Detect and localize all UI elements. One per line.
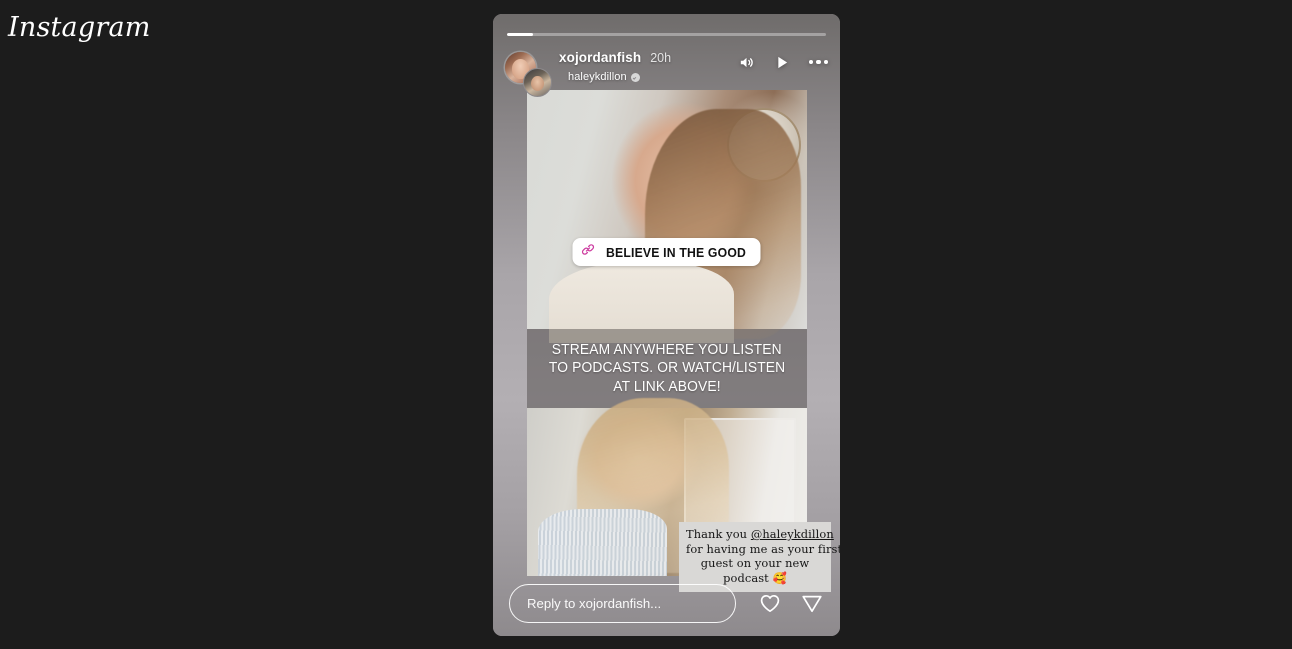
caption-line-1: STREAM ANYWHERE YOU LISTEN <box>552 341 782 358</box>
thanks-prefix: Thank you <box>686 527 751 541</box>
avatar-group[interactable] <box>505 52 553 97</box>
username-label[interactable]: xojordanfish <box>559 50 641 65</box>
heart-icon[interactable] <box>758 591 782 615</box>
haleykdillon-avatar[interactable] <box>523 68 552 97</box>
progress-track <box>507 33 826 36</box>
story-author-block: xojordanfish 20h haleykdillon <box>559 50 671 83</box>
story-caption: STREAM ANYWHERE YOU LISTEN TO PODCASTS. … <box>527 329 807 408</box>
story-media[interactable]: STREAM ANYWHERE YOU LISTEN TO PODCASTS. … <box>527 90 807 576</box>
link-sticker-label: BELIEVE IN THE GOOD <box>605 244 746 260</box>
story-header-controls <box>738 50 828 74</box>
reply-input[interactable] <box>509 583 736 623</box>
story-card: STREAM ANYWHERE YOU LISTEN TO PODCASTS. … <box>493 14 840 636</box>
share-icon[interactable] <box>800 591 824 615</box>
story-header: xojordanfish 20h haleykdillon <box>505 50 828 97</box>
story-reply-bar <box>493 570 840 636</box>
link-sticker[interactable]: BELIEVE IN THE GOOD <box>572 238 761 266</box>
reply-actions <box>758 591 824 615</box>
story-progress-bar <box>507 33 826 36</box>
thanks-line-3: guest on your new <box>700 556 810 571</box>
thanks-line-2: for having me as your first <box>686 541 840 556</box>
play-icon[interactable] <box>774 54 790 71</box>
more-options-icon[interactable] <box>809 59 828 65</box>
thanks-line-1: Thank you @haleykdillon <box>686 527 834 542</box>
caption-line-3: AT LINK ABOVE! <box>613 378 721 395</box>
author-collaborator-row: haleykdillon <box>559 71 671 83</box>
dot-1 <box>809 59 814 65</box>
sound-on-icon[interactable] <box>738 54 755 71</box>
dot-2 <box>816 59 821 65</box>
mention-haleykdillon[interactable]: @haleykdillon <box>751 527 834 541</box>
timestamp-label: 20h <box>650 51 672 65</box>
dot-3 <box>823 59 828 65</box>
collaborator-label[interactable]: haleykdillon <box>568 71 627 83</box>
link-chain-icon <box>580 242 595 262</box>
progress-fill <box>507 33 533 36</box>
subject2-shirt-decor <box>538 508 667 576</box>
verified-badge-icon <box>630 72 640 82</box>
instagram-wordmark: Instagram <box>8 12 151 43</box>
video-panel-top <box>527 90 807 344</box>
caption-line-2: TO PODCASTS. OR WATCH/LISTEN <box>548 360 786 377</box>
author-primary-row: xojordanfish 20h <box>559 50 671 69</box>
